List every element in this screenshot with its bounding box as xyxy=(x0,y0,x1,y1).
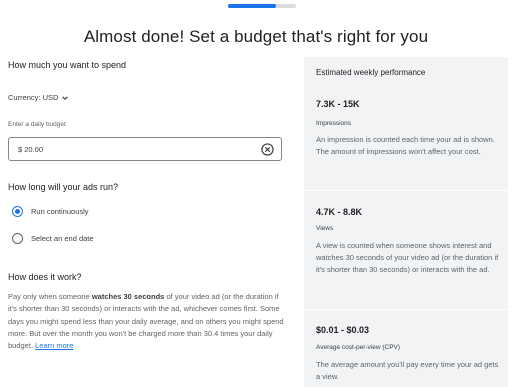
divider xyxy=(304,309,508,310)
duration-heading: How long will your ads run? xyxy=(8,182,119,192)
clear-icon[interactable] xyxy=(261,143,274,156)
how-heading: How does it work? xyxy=(8,272,82,282)
chevron-down-icon xyxy=(62,95,69,100)
metric-views: 4.7K - 8.8K Views A view is counted when… xyxy=(316,207,500,274)
performance-heading: Estimated weekly performance xyxy=(316,68,426,77)
metric-label: Average cost-per-view (CPV) xyxy=(316,344,401,351)
metric-description: An impression is counted each time your … xyxy=(316,135,495,156)
daily-budget-input[interactable]: $ 20.00 xyxy=(8,137,282,161)
how-text-1: Pay only when someone xyxy=(8,292,92,301)
divider xyxy=(304,190,508,191)
spend-heading: How much you want to spend xyxy=(8,60,127,70)
metric-description: The average amount you'll pay every time… xyxy=(316,360,499,381)
page-title: Almost done! Set a budget that's right f… xyxy=(83,27,429,46)
metric-label: Impressions xyxy=(316,120,352,127)
metric-value: $0.01 - $0.03 xyxy=(316,325,370,335)
performance-panel: Estimated weekly performance 7.3K - 15K … xyxy=(304,57,508,387)
budget-form: How much you want to spend Currency: USD… xyxy=(8,60,294,350)
metric-label: Views xyxy=(316,225,334,232)
learn-more-link[interactable]: Learn more xyxy=(35,341,73,350)
option-label: Select an end date xyxy=(31,234,94,243)
currency-selector[interactable]: Currency: USD xyxy=(8,93,69,102)
metric-value: 4.7K - 8.8K xyxy=(316,207,363,217)
progress-fill xyxy=(228,4,276,8)
metric-cpv: $0.01 - $0.03 Average cost-per-view (CPV… xyxy=(316,325,500,381)
option-select-end-date[interactable]: Select an end date xyxy=(12,233,94,244)
radio-unselected-icon[interactable] xyxy=(12,233,23,244)
how-text-bold: watches 30 seconds xyxy=(91,292,165,301)
radio-selected-icon[interactable] xyxy=(12,206,23,217)
option-run-continuously[interactable]: Run continuously xyxy=(12,206,89,217)
how-description: Pay only when someone watches 30 seconds… xyxy=(8,291,284,352)
option-label: Run continuously xyxy=(31,207,89,216)
budget-field-label: Enter a daily budget xyxy=(8,121,66,128)
progress-bar xyxy=(228,4,296,8)
currency-label: Currency: USD xyxy=(8,93,59,102)
metric-impressions: 7.3K - 15K Impressions An impression is … xyxy=(316,99,500,156)
metric-value: 7.3K - 15K xyxy=(316,99,360,109)
daily-budget-value: $ 20.00 xyxy=(18,144,44,154)
metric-description: A view is counted when someone shows int… xyxy=(316,241,499,274)
